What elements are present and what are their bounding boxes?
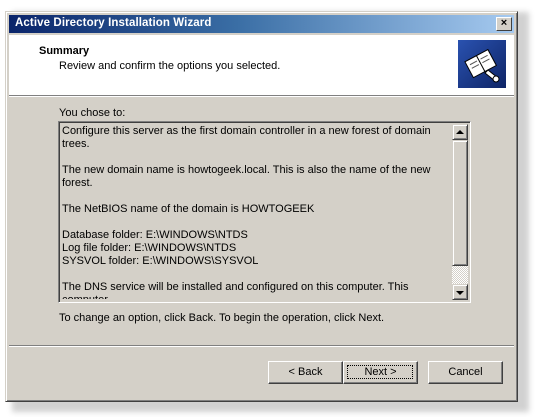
close-button[interactable]: ×	[496, 17, 512, 31]
next-label: Next	[364, 366, 388, 378]
wizard-header: Summary Review and confirm the options y…	[9, 35, 514, 97]
scroll-thumb[interactable]	[452, 140, 468, 266]
title-bar[interactable]: Active Directory Installation Wizard ×	[9, 15, 514, 33]
vertical-scrollbar[interactable]	[452, 124, 468, 300]
cancel-label: Cancel	[448, 366, 483, 378]
back-prefix: <	[288, 366, 298, 378]
summary-line-folders: Database folder: E:\WINDOWS\NTDS Log fil…	[62, 229, 259, 267]
close-icon: ×	[500, 17, 508, 29]
arrow-up-icon	[456, 130, 464, 134]
scroll-down-button[interactable]	[452, 284, 468, 300]
summary-textbox[interactable]: Configure this server as the first domai…	[58, 121, 471, 303]
scroll-up-button[interactable]	[452, 124, 468, 140]
footer-divider	[9, 345, 514, 347]
next-button[interactable]: Next >	[343, 361, 418, 384]
arrow-down-icon	[456, 291, 464, 295]
summary-line-netbios: The NetBIOS name of the domain is HOWTOG…	[62, 203, 315, 215]
next-suffix: >	[387, 366, 397, 378]
summary-line-domain: The new domain name is howtogeek.local. …	[62, 164, 431, 189]
summary-line-forest: Configure this server as the first domai…	[62, 125, 431, 150]
instruction-text: To change an option, click Back. To begi…	[59, 312, 385, 324]
directory-book-icon	[458, 40, 506, 88]
summary-line-dns: The DNS service will be installed and co…	[62, 281, 409, 299]
page-subtitle: Review and confirm the options you selec…	[59, 60, 281, 72]
cancel-button[interactable]: Cancel	[428, 361, 503, 384]
summary-text: Configure this server as the first domai…	[62, 125, 452, 299]
page-title: Summary	[39, 45, 90, 57]
window-title: Active Directory Installation Wizard	[15, 17, 212, 29]
wizard-dialog: Active Directory Installation Wizard × S…	[5, 11, 518, 402]
back-label: Back	[298, 366, 323, 378]
back-button[interactable]: < Back	[268, 361, 343, 384]
you-chose-label: You chose to:	[59, 107, 126, 119]
